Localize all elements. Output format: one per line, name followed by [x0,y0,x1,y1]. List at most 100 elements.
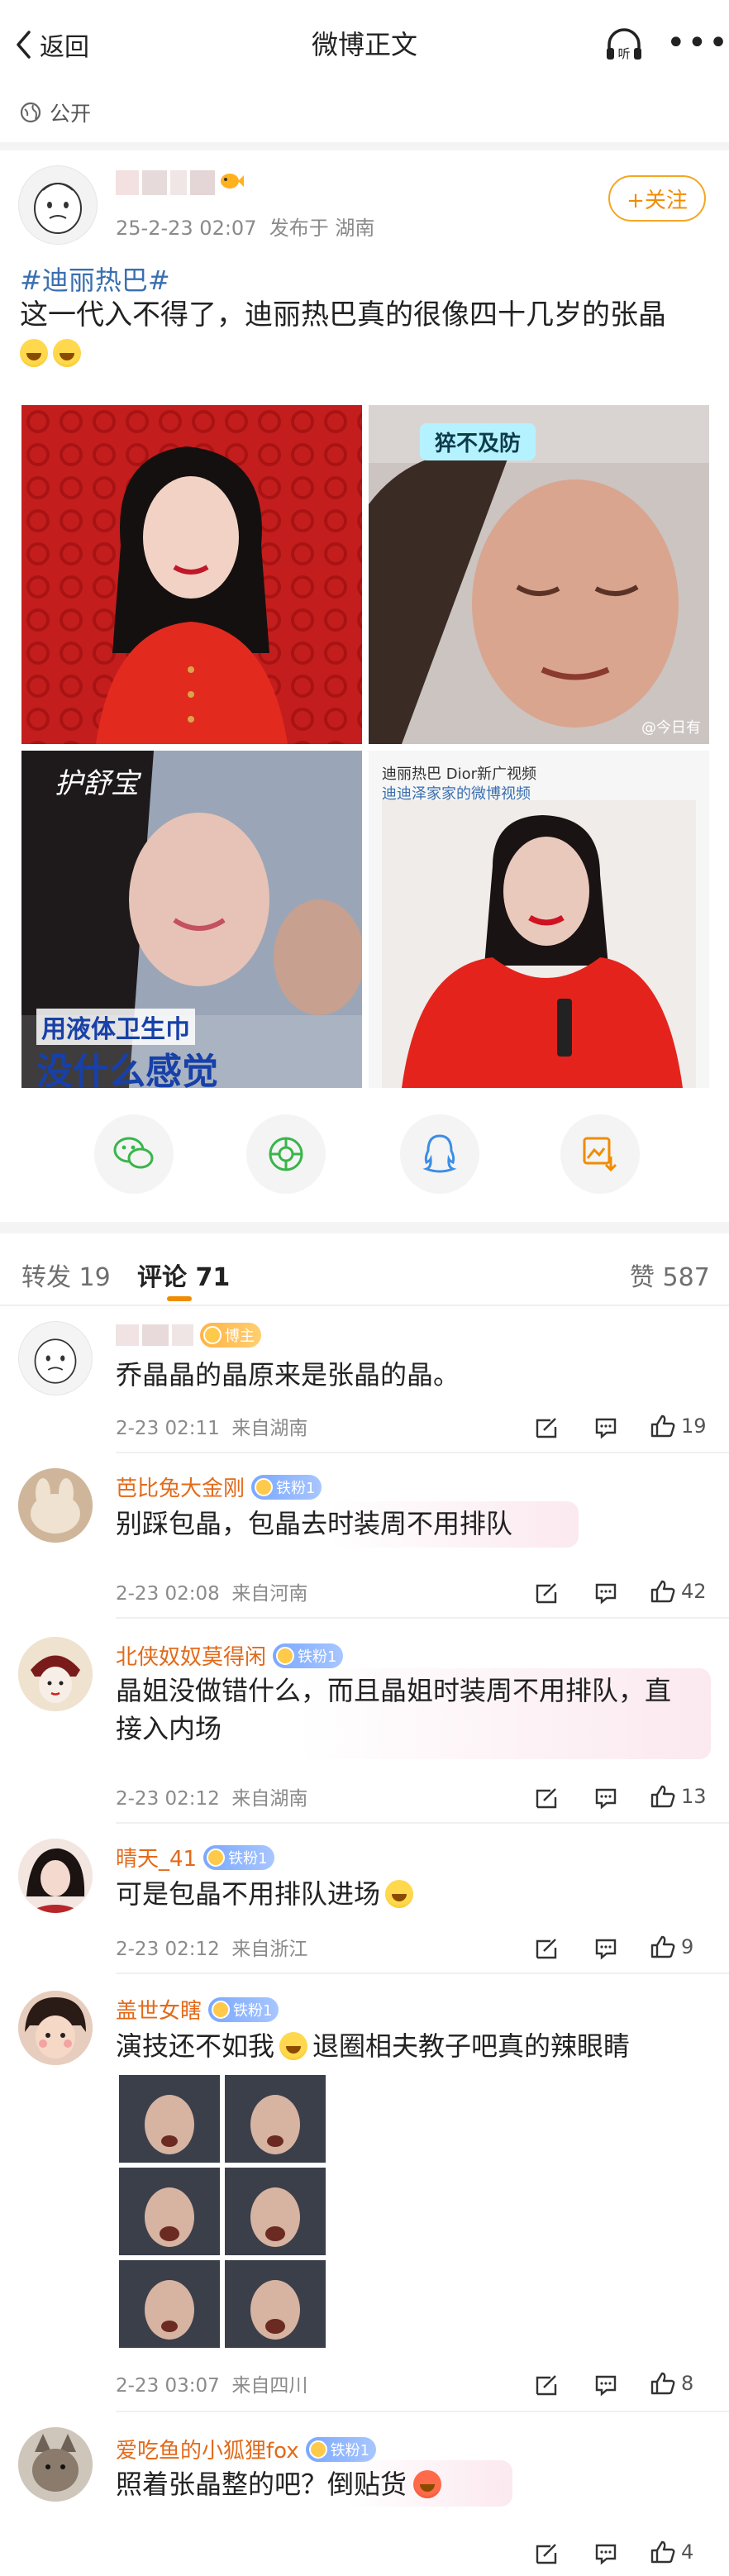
post-time: 25-2-23 02:07 [116,217,257,240]
badge-icon [255,1477,274,1496]
post-hashtag[interactable]: #迪丽热巴# [20,260,170,298]
comment-icon [595,1583,617,1605]
comment-meta: 2-23 02:12 来自湖南 [116,1788,308,1810]
save-image-button[interactable] [560,1114,640,1194]
badge-icon [276,1646,295,1665]
post-meta: 25-2-23 02:07 发布于 湖南 [116,212,374,241]
save-image-icon [583,1137,617,1172]
post-image-4[interactable]: 迪丽热巴 Dior新广视频 迪迪泽家家的微博视频 [369,751,709,1088]
comment-divider [116,1617,729,1619]
listen-button[interactable]: 听 [603,25,645,68]
reply-button[interactable] [534,1581,559,1605]
comment-author[interactable]: 北侠奴奴莫得闲 铁粉1 [116,1640,344,1671]
like-button[interactable]: 13 [650,1784,707,1809]
comment-image-grid[interactable] [119,2075,326,2348]
comment-avatar[interactable] [18,1321,93,1395]
comment-divider [116,1822,729,1824]
visibility-label: 公开 [20,98,91,127]
badge-icon [212,2000,231,2019]
comment-avatar[interactable] [18,1991,93,2065]
post-image-3[interactable]: 护舒宝 用液体卫生巾 没什么感觉 [21,751,362,1088]
author-avatar[interactable] [18,165,98,245]
comment-meta: 2-23 02:08 来自河南 [116,1583,308,1605]
like-count: 8 [681,2372,694,2395]
reply-button[interactable] [534,2373,559,2397]
reply-button[interactable] [534,1936,559,1961]
comment-text: 可是包晶不用排队进场 [116,1875,694,1913]
sweat-emoji-icon [385,1880,414,1908]
reply-button[interactable] [534,1415,559,1440]
comment-text: 乔晶晶的晶原来是张晶的晶。 [116,1359,460,1391]
badge-icon [207,1848,226,1867]
image-logo-text: 护舒宝 [55,767,139,800]
laugh-emoji-icon [20,339,48,367]
comment-button[interactable] [593,1581,618,1605]
comment-avatar[interactable] [18,1637,93,1711]
laugh-emoji-icon [53,339,81,367]
like-count: 42 [681,1580,707,1603]
like-button[interactable]: 8 [650,2371,693,2396]
comment-avatar[interactable] [18,2427,93,2502]
top-nav-bar: 返回 微博正文 听 ••• [0,0,729,88]
section-divider [0,1222,729,1233]
like-button[interactable]: 4 [650,2540,693,2564]
comment-author[interactable]: 晴天_41 铁粉1 [116,1842,274,1872]
post-body: 这一代入不得了，迪丽热巴真的很像四十几岁的张晶 [20,296,714,372]
comment-author[interactable]: 芭比兔大金刚 铁粉1 [116,1472,322,1502]
reply-icon [536,1788,557,1809]
tab-comments[interactable]: 评论 71 [137,1257,230,1293]
image-subtitle-bottom: 没什么感觉 [36,1051,218,1088]
reply-icon [536,1583,557,1604]
share-moments-button[interactable] [246,1114,326,1194]
more-button[interactable]: ••• [666,26,729,60]
comment-text: 晶姐没做错什么，而且晶姐时装周不用排队，直接入内场 [116,1675,672,1744]
reply-icon [536,1939,557,1959]
like-button[interactable]: 9 [650,1934,693,1959]
post-image-1[interactable] [21,405,362,744]
comment-text: 照着张晶整的吧？倒贴货 [116,2465,694,2503]
reply-button[interactable] [534,2541,559,2566]
tab-repost[interactable]: 转发 19 [21,1257,111,1293]
tab-likes[interactable]: 赞 587 [630,1257,710,1293]
fish-badge-icon [221,174,244,188]
fan-badge: 铁粉1 [273,1643,344,1668]
like-button[interactable]: 19 [650,1414,707,1438]
like-icon [650,2540,675,2564]
comment-button[interactable] [593,1415,618,1440]
comment-button[interactable] [593,2541,618,2566]
qq-icon [422,1134,457,1173]
share-qq-button[interactable] [400,1114,479,1194]
comment-button[interactable] [593,1936,618,1961]
comment-divider [116,1973,729,1974]
post-source: 发布于 湖南 [269,217,375,240]
reply-icon [536,1418,557,1438]
comment-button[interactable] [593,2373,618,2397]
cartoon-avatar-icon [34,183,82,234]
comment-avatar[interactable] [18,1468,93,1543]
video-subcaption[interactable]: 迪迪泽家家的微博视频 [382,782,531,804]
post-image-2[interactable]: 猝不及防 @今日有 [369,405,709,744]
comment-author[interactable]: 盖世女瞎 铁粉1 [116,1994,279,2025]
comment-author[interactable]: 爱吃鱼的小狐狸fox 铁粉1 [116,2434,377,2464]
reply-button[interactable] [534,1786,559,1810]
like-icon [650,1414,675,1438]
author-name-blurred[interactable] [116,170,248,198]
comment-button[interactable] [593,1786,618,1810]
comment-avatar[interactable] [18,1839,93,1913]
like-button[interactable]: 42 [650,1579,707,1604]
comment-icon [595,1418,617,1439]
interaction-tabs: 转发 19 评论 71 赞 587 [0,1240,729,1306]
cartoon-avatar-icon [34,1338,77,1384]
image-caption-banner: 猝不及防 [420,423,536,460]
comment-author[interactable]: 博主 [116,1323,261,1348]
like-icon [650,1785,675,1808]
laugh-emoji-icon [279,2032,308,2060]
wechat-icon [113,1137,154,1169]
fan-badge: 铁粉1 [251,1474,322,1500]
follow-button[interactable]: +关注 [608,175,706,222]
badge-icon [203,1326,222,1344]
reply-icon [536,2375,557,2396]
comment-text: 别踩包晶，包晶去时装周不用排队 [116,1508,513,1539]
share-wechat-button[interactable] [94,1114,174,1194]
like-icon [650,2372,675,2395]
